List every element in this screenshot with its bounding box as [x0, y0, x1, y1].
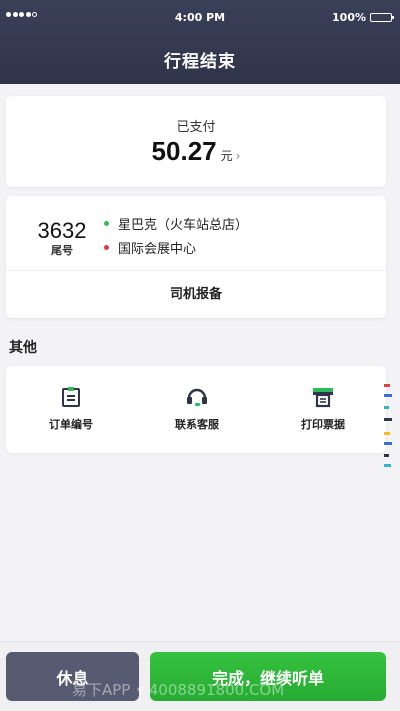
section-title-other: 其他 — [9, 340, 37, 356]
header-bar: 4:00 PM 100% 行程结束 — [0, 0, 400, 84]
render-artifact — [384, 384, 392, 468]
other-actions-card: 订单编号 联系客服 打印票据 — [6, 366, 386, 453]
status-bar: 4:00 PM 100% — [0, 0, 400, 34]
plate-tail-label: 尾号 — [51, 244, 73, 257]
driver-report-button[interactable]: 司机报备 — [6, 271, 386, 314]
trip-card: 3632 尾号 星巴克（火车站总店） 国际会展中心 司机报备 — [6, 196, 386, 318]
headset-icon — [185, 386, 209, 408]
pickup-label: 星巴克（火车站总店） — [118, 218, 249, 233]
order-number-button[interactable]: 订单编号 — [8, 366, 134, 453]
contact-support-label: 联系客服 — [175, 418, 219, 431]
currency-unit: 元 — [220, 149, 233, 163]
plate-tail-number: 3632 — [37, 218, 87, 243]
printer-icon — [311, 386, 335, 408]
end-dot-icon — [104, 245, 109, 250]
payment-card[interactable]: 已支付 50.27 元 › — [6, 96, 386, 187]
rest-button[interactable]: 休息 — [6, 652, 139, 701]
amount-row[interactable]: 50.27 元 › — [6, 136, 386, 167]
battery-status: 100% — [332, 11, 394, 24]
complete-continue-button[interactable]: 完成，继续听单 — [150, 652, 386, 701]
dropoff-label: 国际会展中心 — [118, 242, 197, 257]
payment-status: 已支付 — [176, 120, 216, 135]
page-title: 行程结束 — [164, 52, 236, 72]
contact-support-button[interactable]: 联系客服 — [134, 366, 260, 453]
battery-icon — [370, 13, 394, 22]
footer-bar: 休息 完成，继续听单 — [0, 641, 400, 711]
chevron-right-icon: › — [235, 149, 241, 163]
pickup-location: 星巴克（火车站总店） — [104, 214, 248, 233]
print-receipt-label: 打印票据 — [301, 418, 345, 431]
battery-percent: 100% — [332, 11, 366, 24]
order-number-label: 订单编号 — [49, 418, 93, 431]
start-dot-icon — [104, 221, 109, 226]
dropoff-location: 国际会展中心 — [104, 238, 196, 257]
print-receipt-button[interactable]: 打印票据 — [260, 366, 386, 453]
order-number-icon — [61, 386, 81, 408]
fare-amount: 50.27 — [151, 136, 217, 166]
